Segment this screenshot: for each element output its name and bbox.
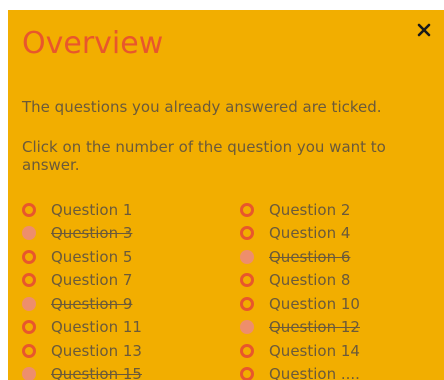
question-item[interactable]: Question .... [240, 363, 440, 380]
unanswered-ring-icon [240, 273, 254, 288]
question-label: Question 13 [51, 341, 142, 360]
question-label: Question 12 [269, 318, 360, 337]
question-item[interactable]: Question 6 [240, 245, 440, 269]
question-label: Question 9 [51, 294, 133, 313]
unanswered-ring-icon [240, 226, 254, 241]
question-item[interactable]: Question 1 [22, 198, 240, 222]
question-label: Question 5 [51, 247, 133, 266]
unanswered-ring-icon [240, 202, 254, 217]
question-item[interactable]: Question 2 [240, 198, 440, 222]
unanswered-ring-icon [240, 367, 254, 380]
unanswered-ring-icon [22, 273, 36, 288]
overview-panel: Overview The questions you already answe… [8, 10, 444, 380]
question-item[interactable]: Question 15 [22, 363, 240, 380]
question-label: Question 7 [51, 271, 133, 290]
answered-dot-icon [22, 367, 36, 380]
question-label: Question 6 [269, 247, 351, 266]
question-item[interactable]: Question 4 [240, 222, 440, 246]
question-item[interactable]: Question 9 [22, 292, 240, 316]
unanswered-ring-icon [240, 343, 254, 358]
answered-dot-icon [22, 296, 36, 311]
click-hint: Click on the number of the question you … [22, 138, 386, 174]
unanswered-ring-icon [22, 343, 36, 358]
unanswered-ring-icon [22, 320, 36, 335]
question-item[interactable]: Question 11 [22, 316, 240, 340]
question-label: Question 15 [51, 365, 142, 380]
unanswered-ring-icon [22, 249, 36, 264]
close-button[interactable] [414, 20, 434, 40]
question-item[interactable]: Question 13 [22, 339, 240, 363]
unanswered-ring-icon [22, 202, 36, 217]
question-label: Question 2 [269, 200, 351, 219]
question-item[interactable]: Question 10 [240, 292, 440, 316]
page-title: Overview [22, 26, 164, 61]
unanswered-ring-icon [240, 296, 254, 311]
answered-dot-icon [240, 249, 254, 264]
question-item[interactable]: Question 8 [240, 269, 440, 293]
question-item[interactable]: Question 12 [240, 316, 440, 340]
question-item[interactable]: Question 7 [22, 269, 240, 293]
question-label: Question 11 [51, 318, 142, 337]
answered-dot-icon [240, 320, 254, 335]
question-label: Question 4 [269, 224, 351, 243]
question-list: Question 1 Question 2 Question 3 Question 4… [22, 198, 442, 380]
question-label: Question 3 [51, 224, 133, 243]
question-label: Question 10 [269, 294, 360, 313]
close-icon [417, 23, 431, 37]
question-item[interactable]: Question 5 [22, 245, 240, 269]
question-label: Question 1 [51, 200, 133, 219]
answered-hint: The questions you already answered are t… [22, 98, 382, 116]
question-label: Question 8 [269, 271, 351, 290]
question-label: Question 14 [269, 341, 360, 360]
question-item[interactable]: Question 14 [240, 339, 440, 363]
question-label: Question .... [269, 365, 360, 380]
answered-dot-icon [22, 226, 36, 241]
question-item[interactable]: Question 3 [22, 222, 240, 246]
